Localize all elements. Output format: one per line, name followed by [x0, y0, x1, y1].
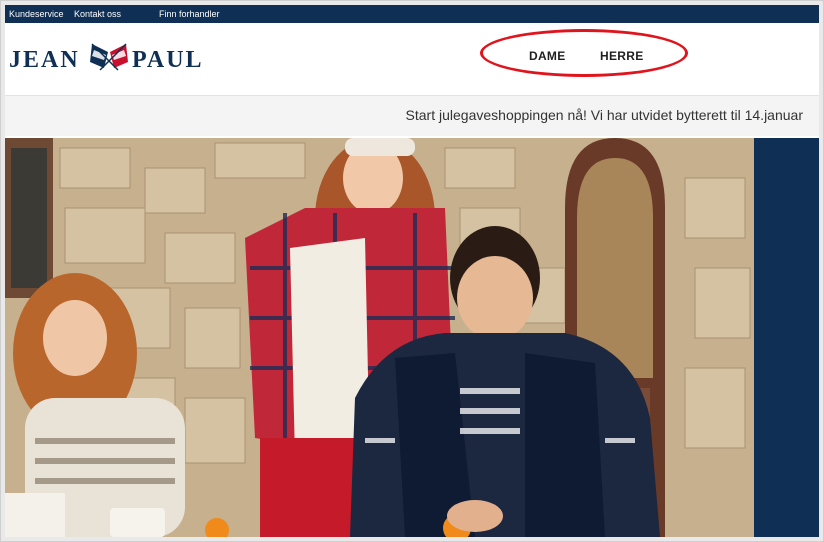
nav-item-dame[interactable]: DAME: [529, 49, 566, 63]
nav-highlight-ring: [480, 29, 688, 77]
promo-text: Start julegaveshoppingen nå! Vi har utvi…: [405, 107, 803, 123]
crossed-flags-icon: [90, 43, 128, 71]
brand-wordmark-left: JEAN: [9, 47, 80, 73]
contact-link[interactable]: Kontakt oss: [74, 5, 121, 23]
page: Kundeservice Kontakt oss Finn forhandler…: [5, 5, 819, 537]
promo-banner[interactable]: Start julegaveshoppingen nå! Vi har utvi…: [5, 96, 819, 136]
nav-item-herre[interactable]: HERRE: [600, 49, 644, 63]
side-panel: [754, 138, 819, 537]
brand-logo[interactable]: JEAN PAUL: [9, 40, 209, 76]
find-retailer-link[interactable]: Finn forhandler: [159, 5, 220, 23]
brand-wordmark-right: PAUL: [132, 47, 204, 73]
hero-photo-family-outdoors-icon: [5, 138, 754, 537]
hero-banner[interactable]: [5, 138, 754, 537]
site-header: JEAN PAUL DAME HERRE: [5, 23, 819, 96]
customer-service-link[interactable]: Kundeservice: [9, 5, 64, 23]
utility-bar: Kundeservice Kontakt oss Finn forhandler: [5, 5, 819, 23]
